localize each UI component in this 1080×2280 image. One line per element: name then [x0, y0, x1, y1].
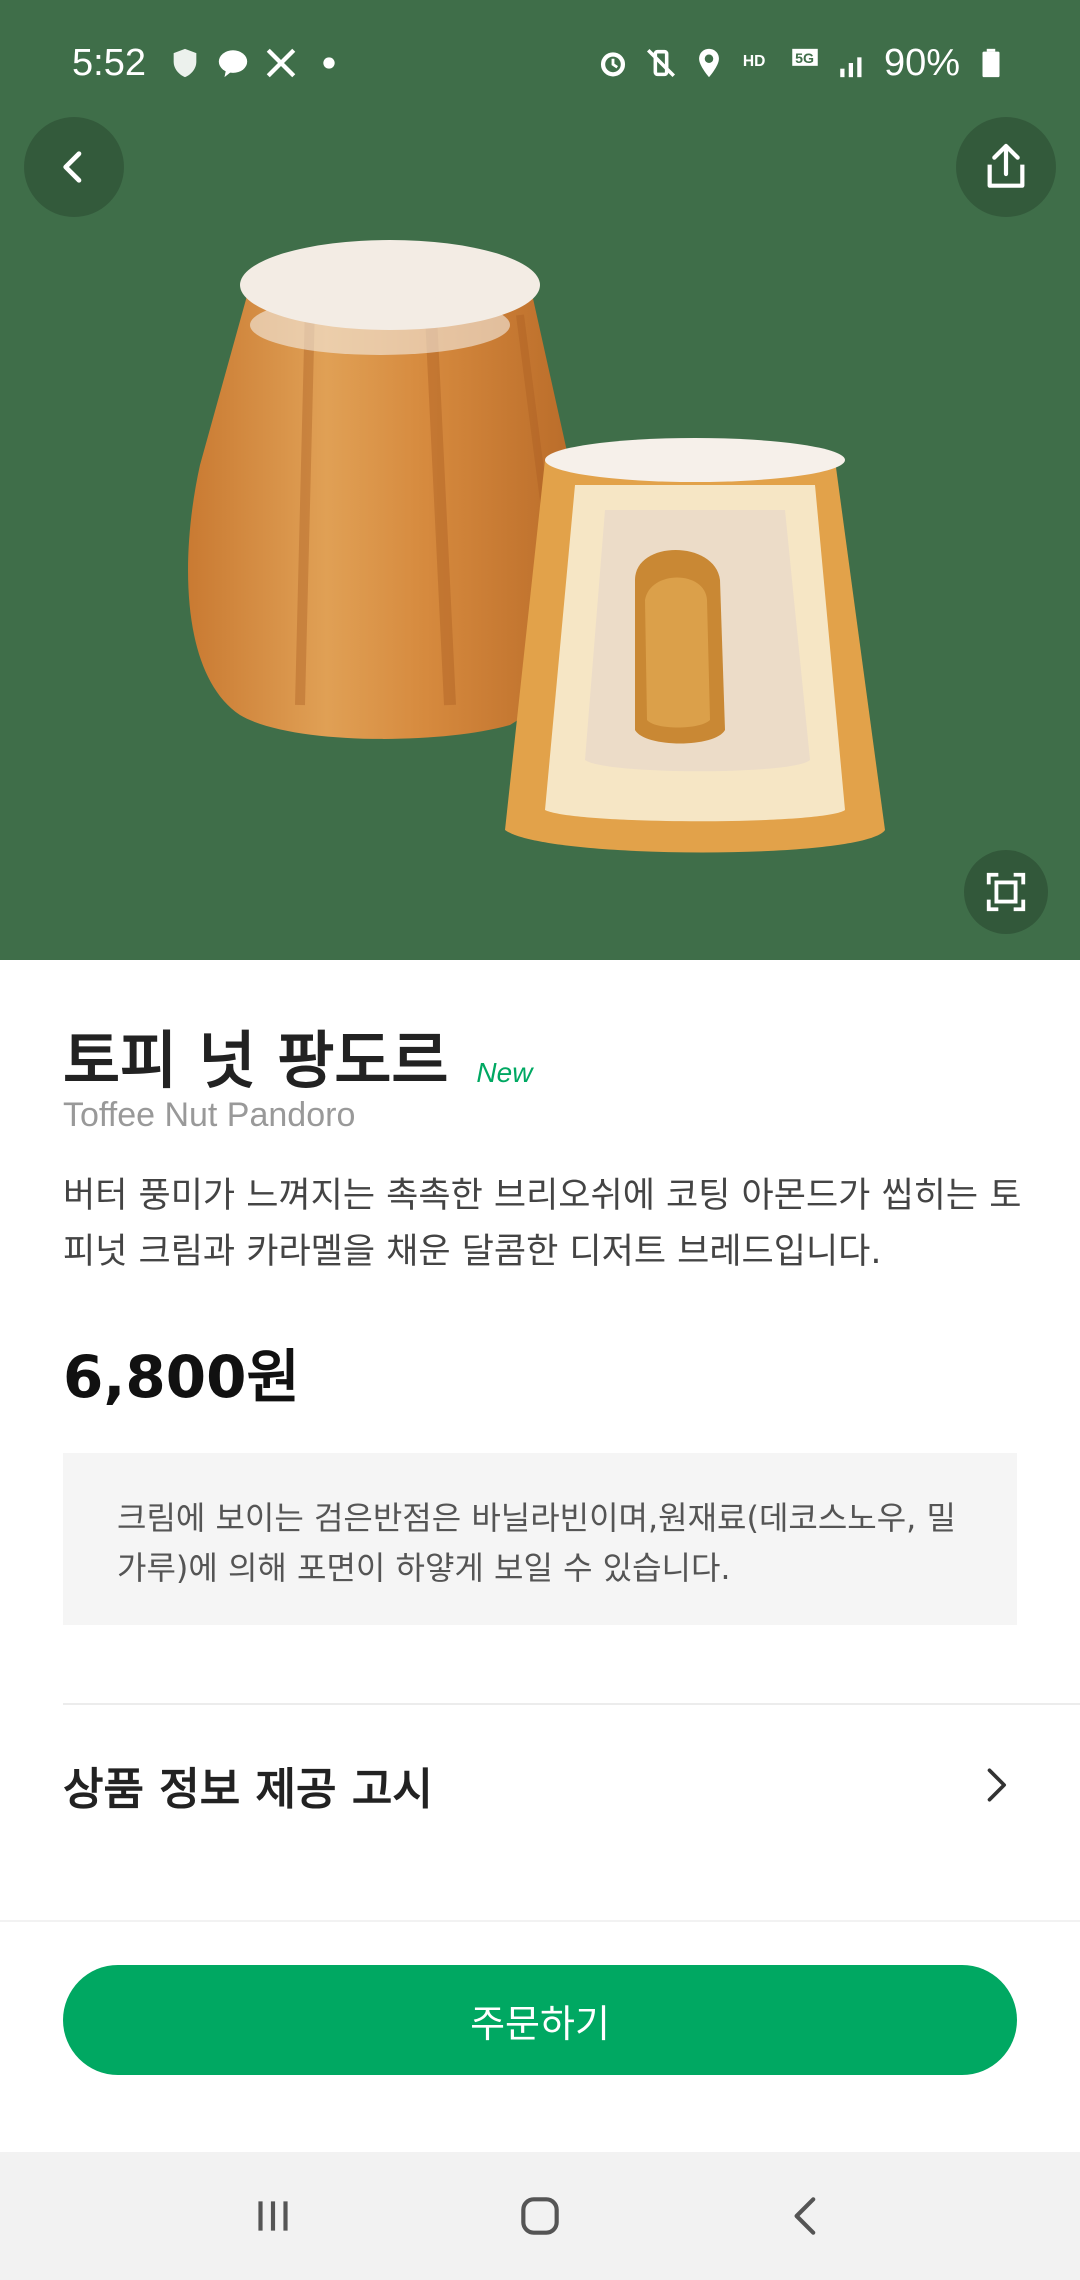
share-button[interactable]: [956, 117, 1056, 217]
product-price: 6,800원: [63, 1343, 300, 1411]
signal-icon: [840, 57, 862, 78]
new-badge: New: [476, 1057, 533, 1088]
order-button[interactable]: 주문하기: [63, 1965, 1017, 2075]
nav-back-button[interactable]: [762, 2171, 852, 2261]
svg-text:5G: 5G: [795, 51, 814, 67]
home-icon: [521, 2197, 559, 2235]
product-english-name: Toffee Nut Pandoro: [63, 1096, 356, 1134]
system-navigation-bar: [0, 2152, 1080, 2280]
product-hero-image: 5:52 HD 5G 90%: [0, 0, 1080, 960]
product-description: 버터 풍미가 느껴지는 촉촉한 브리오쉬에 코팅 아몬드가 씹히는 토피넛 크림…: [63, 1176, 1022, 1272]
product-notice: 크림에 보이는 검은반점은 바닐라빈이며,원재료(데코스노우, 밀가루)에 의해…: [63, 1453, 1017, 1625]
product-info-label: 상품 정보 제공 고시: [63, 1764, 433, 1815]
hd-voice-icon: HD: [743, 53, 766, 70]
divider: [63, 1703, 1080, 1705]
expand-icon: [986, 872, 1026, 912]
chevron-right-icon: [987, 1768, 1006, 1802]
chevron-left-icon: [63, 151, 82, 183]
x-icon: [266, 48, 296, 78]
divider: [0, 1920, 1080, 1922]
shield-icon: [173, 48, 197, 78]
product-info-disclosure-row[interactable]: 상품 정보 제공 고시: [63, 1740, 1017, 1830]
fullscreen-button[interactable]: [964, 850, 1048, 934]
product-title: 토피 넛 팡도르: [63, 1024, 449, 1097]
back-button[interactable]: [24, 117, 124, 217]
alarm-icon: [600, 52, 625, 77]
recent-apps-button[interactable]: [228, 2171, 318, 2261]
home-button[interactable]: [495, 2171, 585, 2261]
recent-apps-icon: [258, 2201, 288, 2231]
battery-level: 90%: [883, 41, 960, 84]
share-icon: [987, 143, 1025, 188]
dot-icon: [323, 57, 335, 69]
product-title-row: 토피 넛 팡도르 New: [63, 1010, 532, 1100]
vibrate-icon: [646, 48, 675, 78]
5g-icon: 5G: [792, 48, 818, 67]
svg-text:HD: HD: [743, 53, 766, 70]
battery-icon: [982, 48, 1000, 78]
kakaotalk-icon: [218, 50, 248, 78]
location-icon: [699, 48, 719, 78]
status-time: 5:52: [72, 41, 146, 84]
back-icon: [794, 2197, 815, 2235]
status-bar: 5:52 HD 5G 90%: [72, 38, 1008, 88]
pandoro-cut-image: [505, 438, 885, 853]
